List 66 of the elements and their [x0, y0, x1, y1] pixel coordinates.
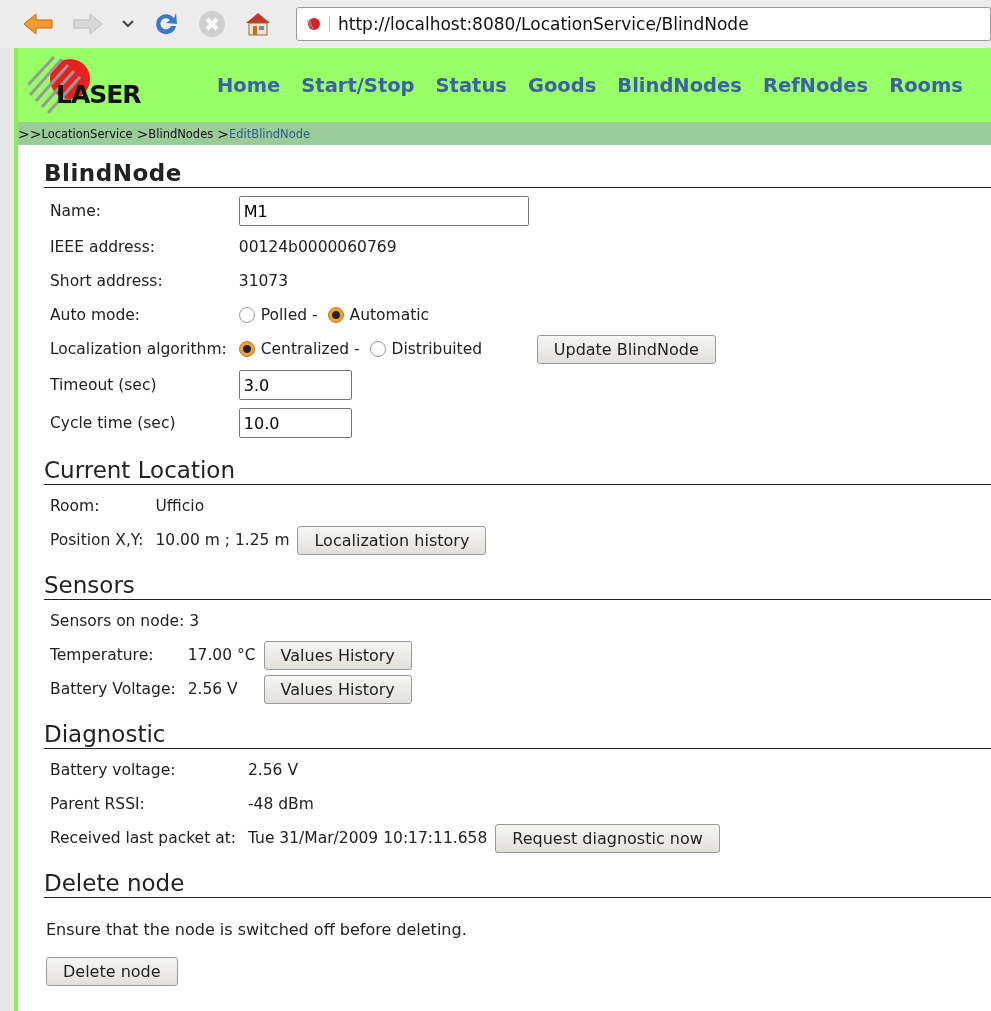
section-heading: Diagnostic — [44, 720, 991, 749]
action-button[interactable]: Localization history — [297, 525, 487, 555]
field-label: Timeout (sec) — [50, 376, 157, 394]
field-label: Battery voltage: — [50, 761, 176, 779]
field-label: Localization algorithm: — [50, 340, 227, 358]
name-field[interactable]: M1 — [238, 196, 529, 226]
nav-link[interactable]: Home — [217, 73, 281, 97]
field-value: 10.00 m ; 1.25 m — [155, 531, 290, 549]
action-button[interactable]: Update BlindNode — [536, 334, 716, 364]
section-heading: Delete node — [44, 869, 991, 898]
field-value: -48 dBm — [247, 795, 314, 813]
nav-link[interactable]: RefNodes — [762, 73, 869, 97]
number-field[interactable]: 10.0 — [238, 408, 352, 438]
radio-button[interactable] — [327, 307, 344, 323]
address-field[interactable]: http://localhost:8080/LocationService/BlindNode — [296, 7, 991, 41]
field-value: 17.00 °C — [187, 646, 256, 664]
action-button[interactable]: Values History — [263, 640, 412, 670]
field-value: Tue 31/Mar/2009 10:17:11.658 — [247, 829, 488, 847]
radio-button[interactable] — [238, 307, 255, 323]
field-label: Auto mode: — [50, 306, 141, 324]
section-heading: Sensors — [44, 571, 991, 600]
logo[interactable]: LASER — [28, 55, 196, 115]
field-label: Name: — [50, 202, 101, 220]
field-label: Cycle time (sec) — [50, 414, 176, 432]
radio-button[interactable] — [238, 341, 255, 357]
field-label: Parent RSSI: — [50, 795, 145, 813]
field-label: IEEE address: — [50, 238, 155, 256]
back-icon[interactable] — [22, 12, 54, 36]
breadcrumb-separator: > — [217, 125, 229, 142]
field-value: 31073 — [238, 272, 289, 290]
delete-button[interactable]: Delete node — [46, 957, 178, 986]
field-label: Temperature: — [50, 646, 154, 664]
nav-link[interactable]: BlindNodes — [617, 73, 742, 97]
nav-link[interactable]: Goods — [527, 73, 597, 97]
nav-link[interactable]: Start/Stop — [301, 73, 415, 97]
radio-button[interactable] — [369, 341, 386, 357]
radio-label[interactable]: Polled - — [260, 306, 318, 324]
site-icon — [305, 16, 330, 32]
radio-label[interactable]: Centralized - — [260, 340, 360, 358]
breadcrumb-link[interactable]: EditBlindNode — [228, 126, 311, 141]
radio-label[interactable]: Automatic — [349, 306, 430, 324]
home-icon[interactable] — [244, 11, 272, 37]
field-value: 2.56 V — [187, 680, 238, 698]
action-button[interactable]: Request diagnostic now — [495, 823, 720, 853]
breadcrumb-link[interactable]: BlindNodes — [148, 126, 214, 141]
warning-text: Ensure that the node is switched off before deleting. — [46, 920, 468, 939]
section-heading: BlindNode — [44, 159, 991, 188]
caret-icon[interactable] — [122, 20, 134, 28]
field-label: Short address: — [50, 272, 163, 290]
section-heading: Current Location — [44, 456, 991, 485]
number-field[interactable]: 3.0 — [238, 370, 352, 400]
radio-label[interactable]: Distribuited — [391, 340, 483, 358]
field-label: Battery Voltage: — [50, 680, 176, 698]
nav-link[interactable]: Rooms — [889, 73, 963, 97]
field-value: 00124b0000060769 — [238, 238, 397, 256]
field-value: 2.56 V — [247, 761, 298, 779]
breadcrumb-separator: > — [136, 125, 149, 142]
field-label: Received last packet at: — [50, 829, 236, 847]
field-label: Sensors on node: 3 — [50, 612, 200, 630]
breadcrumb-link[interactable]: LocationService — [41, 126, 133, 141]
nav-link[interactable]: Status — [435, 73, 507, 97]
action-button[interactable]: Values History — [263, 674, 412, 704]
field-label: Room: — [50, 497, 100, 515]
field-value: Ufficio — [155, 497, 205, 515]
breadcrumb-separator: >> — [18, 125, 42, 142]
field-label: Position X,Y: — [50, 531, 144, 549]
